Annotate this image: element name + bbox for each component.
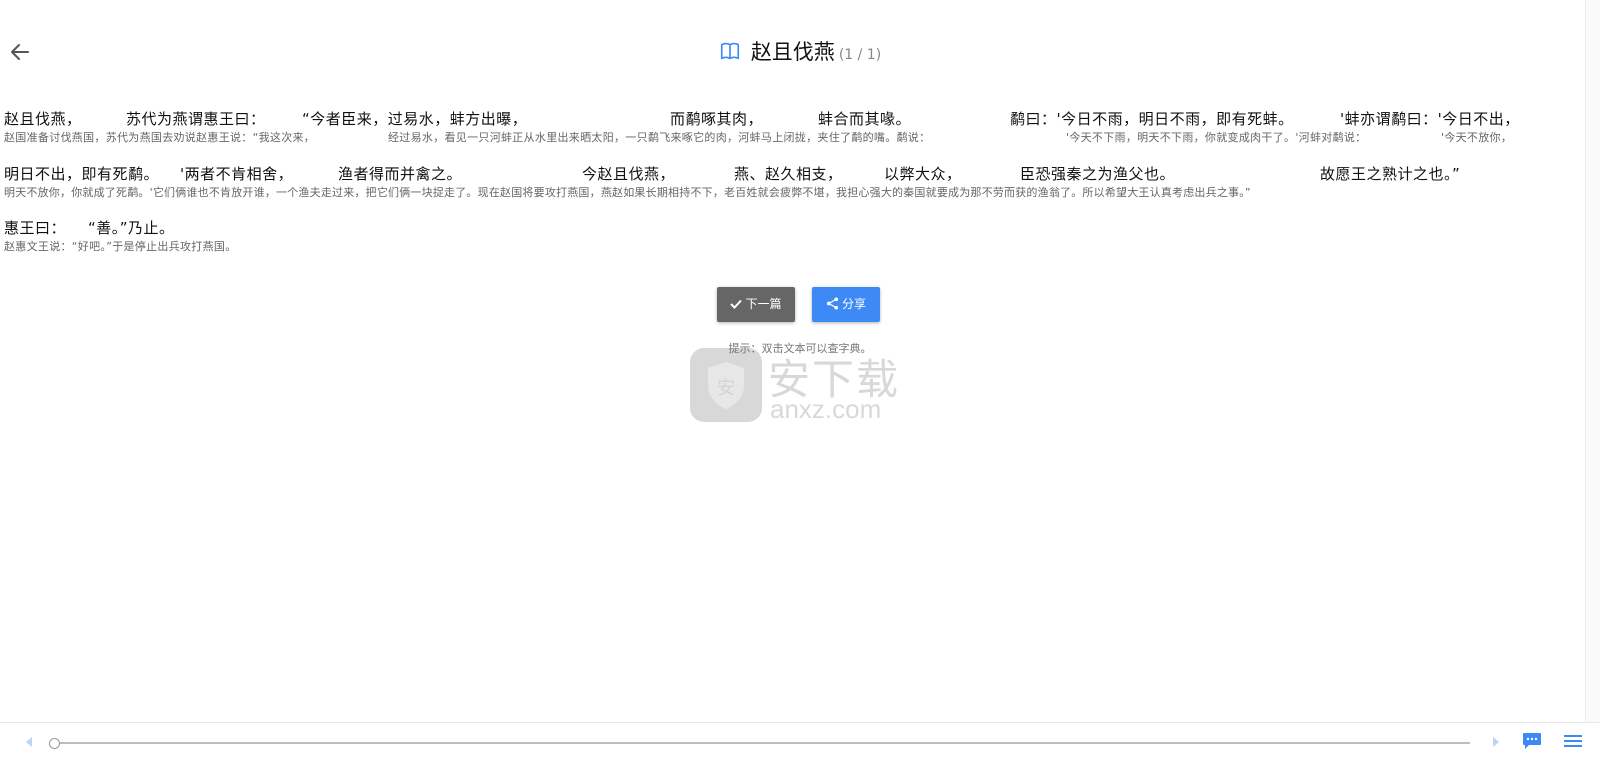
translation-text-row: 明天不放你，你就成了死鹬。'它们俩谁也不肯放开谁，一个渔夫走过来，把它们俩一块捉…	[4, 185, 1564, 201]
original-segment[interactable]: 臣恐强秦之为渔父也。	[1020, 163, 1175, 185]
translation-segment[interactable]: '今天不下雨，明天不下雨，你就变成肉干了。'河蚌对鹬说：	[1066, 130, 1366, 146]
text-line: 赵且伐燕， 苏代为燕谓惠王曰： “今者臣来，过易水，蚌方出曝， 而鹬啄其肉， 蚌…	[4, 108, 1564, 146]
hint-text: 提示：双击文本可以查字典。	[728, 342, 872, 355]
translation-segment[interactable]: 明天不放你，你就成了死鹬。'它们俩谁也不肯放开谁，一个渔夫走过来，把它们俩一块捉…	[4, 185, 1251, 201]
page-title: 赵且伐燕	[750, 40, 835, 64]
vertical-scrollbar[interactable]	[1585, 0, 1600, 722]
text-line: 明日不出，即有死鹬。 '两者不肯相舍， 渔者得而并禽之。 今赵且伐燕， 燕、赵久…	[4, 163, 1564, 201]
bottom-toolbar	[0, 722, 1600, 767]
watermark-shield-icon: 安	[690, 348, 762, 422]
next-article-button[interactable]: 下一篇	[717, 287, 795, 322]
prev-arrow-icon[interactable]	[23, 735, 35, 749]
original-segment[interactable]: 惠王曰：	[4, 217, 66, 239]
share-icon	[826, 297, 839, 310]
translation-segment[interactable]: '今天不放你，	[1441, 130, 1512, 146]
page-header: 赵且伐燕 (1 / 1)	[0, 36, 1600, 71]
original-segment[interactable]: 蚌合而其喙。	[818, 108, 911, 130]
share-label: 分享	[841, 297, 866, 311]
original-segment[interactable]: “今者臣来，过易水，蚌方出曝，	[302, 108, 527, 130]
translation-segment[interactable]: 赵惠文王说：“好吧。”于是停止出兵攻打燕国。	[4, 239, 237, 255]
comment-icon[interactable]	[1522, 732, 1542, 750]
original-segment[interactable]: 渔者得而并禽之。	[338, 163, 462, 185]
page-count: (1 / 1)	[838, 47, 882, 63]
next-article-label: 下一篇	[745, 297, 782, 311]
translation-segment[interactable]: 赵国准备讨伐燕国，苏代为燕国去劝说赵惠王说：“我这次来，	[4, 130, 315, 146]
progress-slider-track[interactable]	[54, 742, 1470, 744]
original-text-row: 赵且伐燕， 苏代为燕谓惠王曰： “今者臣来，过易水，蚌方出曝， 而鹬啄其肉， 蚌…	[4, 108, 1564, 130]
original-segment[interactable]: 燕、赵久相支，	[734, 163, 843, 185]
original-segment[interactable]: 今赵且伐燕，	[582, 163, 675, 185]
check-icon	[730, 299, 743, 309]
original-segment[interactable]: '两者不肯相舍，	[180, 163, 293, 185]
original-segment[interactable]: 而鹬啄其肉，	[670, 108, 763, 130]
original-text-row: 明日不出，即有死鹬。 '两者不肯相舍， 渔者得而并禽之。 今赵且伐燕， 燕、赵久…	[4, 163, 1564, 185]
next-arrow-icon[interactable]	[1490, 735, 1502, 749]
original-segment[interactable]: 故愿王之熟计之也。”	[1320, 163, 1460, 185]
text-line: 惠王曰： “善。”乃止。 赵惠文王说：“好吧。”于是停止出兵攻打燕国。	[4, 217, 1564, 255]
original-text-row: 惠王曰： “善。”乃止。	[4, 217, 1564, 239]
original-segment[interactable]: 鹬曰：'今日不雨，明日不雨，即有死蚌。	[1010, 108, 1294, 130]
reader-page: 赵且伐燕 (1 / 1) 赵且伐燕， 苏代为燕谓惠王曰： “今者臣来，过易水，蚌方…	[0, 0, 1600, 767]
original-segment[interactable]: 明日不出，即有死鹬。	[4, 163, 159, 185]
translation-text-row: 赵国准备讨伐燕国，苏代为燕国去劝说赵惠王说：“我这次来， 经过易水，看见一只河蚌…	[4, 130, 1564, 146]
progress-slider-knob[interactable]	[49, 738, 60, 749]
original-segment[interactable]: “善。”乃止。	[88, 217, 175, 239]
menu-icon[interactable]	[1563, 732, 1583, 750]
watermark-en-text: anxz.com	[770, 394, 882, 424]
translation-segment[interactable]: 经过易水，看见一只河蚌正从水里出来晒太阳，一只鹬飞来啄它的肉，河蚌马上闭拢，夹住…	[388, 130, 930, 146]
translation-text-row: 赵惠文王说：“好吧。”于是停止出兵攻打燕国。	[4, 239, 1564, 255]
original-segment[interactable]: '蚌亦谓鹬曰：'今日不出，	[1340, 108, 1520, 130]
watermark-logo: 安 安下载 anxz.com	[690, 348, 910, 424]
watermark-shield-text: 安	[717, 378, 735, 399]
original-segment[interactable]: 苏代为燕谓惠王曰：	[126, 108, 266, 130]
book-icon	[720, 42, 739, 60]
original-segment[interactable]: 赵且伐燕，	[4, 108, 82, 130]
original-segment[interactable]: 以弊大众，	[884, 163, 962, 185]
share-button[interactable]: 分享	[812, 287, 880, 322]
